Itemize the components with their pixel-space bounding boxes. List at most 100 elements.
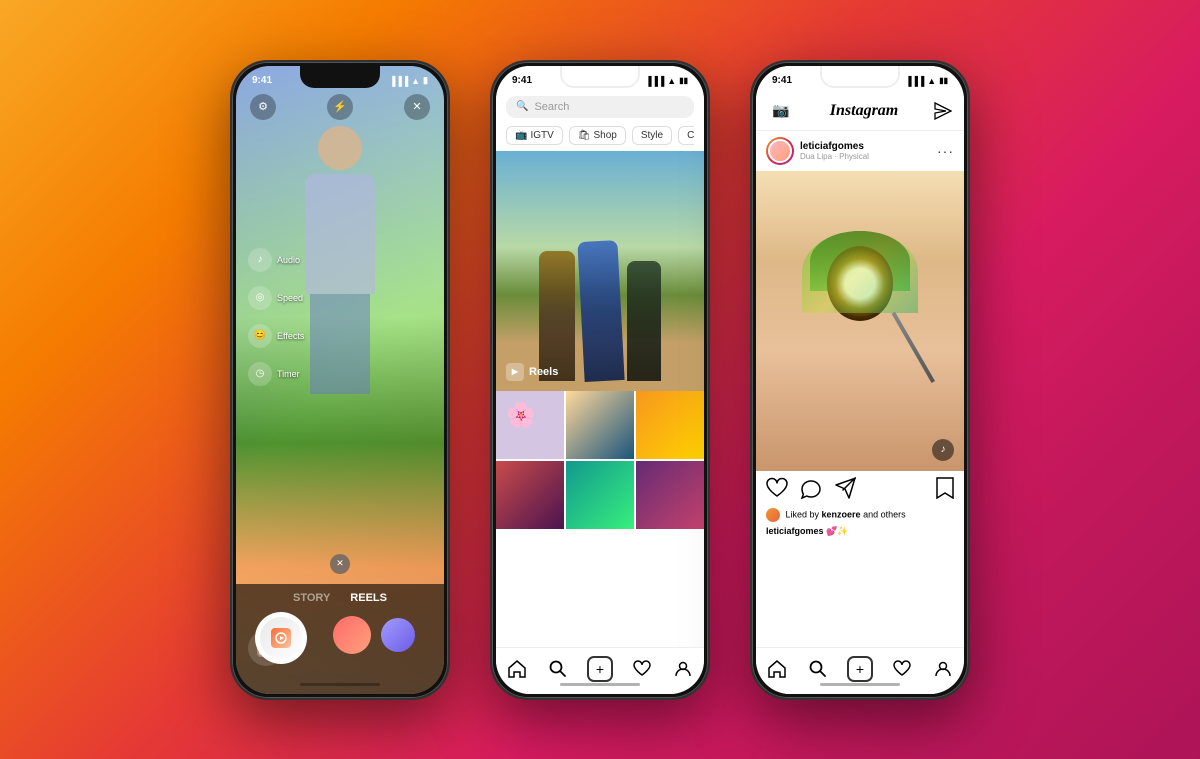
glitter-eyeshadow (802, 231, 919, 314)
igtv-icon: 📺 (515, 130, 527, 141)
mode-tabs: STORY REELS (293, 584, 387, 608)
effect-bubble-1[interactable] (333, 616, 371, 654)
audio-control[interactable]: ♪ Audio (248, 248, 304, 272)
camera-icon-ig[interactable]: 📷 (768, 98, 794, 124)
search-bar[interactable]: 🔍 Search (506, 96, 694, 118)
phone-explore: 9:41 ▐▐▐ ▲ ▮▮ 🔍 Search 📺 IGTV 🛍 Shop (490, 60, 710, 700)
close-icon[interactable]: ✕ (404, 94, 430, 120)
send-icon[interactable] (934, 102, 952, 120)
shutter-row (255, 608, 425, 668)
action-buttons-left (766, 477, 856, 504)
nav-bar-3: + (756, 647, 964, 694)
effects-label: Effects (277, 331, 304, 341)
caption-text: 💕✨ (826, 526, 848, 536)
status-icons-1: ▐▐▐ ▲ ▮ (389, 75, 428, 86)
timer-control[interactable]: ◷ Timer (248, 362, 304, 386)
nav-heart-2[interactable] (630, 657, 654, 681)
liked-by-text: Liked by kenzoere and others (756, 506, 964, 524)
nav-home-3[interactable] (765, 657, 789, 681)
user-text: leticiafgomes Dua Lipa · Physical (800, 141, 869, 161)
nav-add-3[interactable]: + (847, 656, 873, 682)
ig-header-icons (934, 102, 952, 120)
caption-username: leticiafgomes (766, 526, 824, 536)
pill-igtv-label: IGTV (530, 130, 553, 141)
post-caption: leticiafgomes 💕✨ (756, 524, 964, 544)
pill-comics-label: Comics (687, 130, 694, 141)
timer-label: Timer (277, 369, 300, 379)
comment-icon[interactable] (800, 477, 822, 504)
flash-icon[interactable]: ⚡ (327, 94, 353, 120)
like-icon[interactable] (766, 477, 788, 504)
timer-icon: ◷ (248, 362, 272, 386)
nav-profile-3[interactable] (931, 657, 955, 681)
notch-3 (820, 66, 900, 88)
speed-control[interactable]: ◎ Speed (248, 286, 304, 310)
home-indicator-2 (560, 683, 640, 686)
user-avatar[interactable] (766, 137, 794, 165)
nav-home-2[interactable] (505, 657, 529, 681)
status-time-2: 9:41 (512, 75, 532, 86)
effect-bubble-2[interactable] (381, 618, 415, 652)
speed-icon: ◎ (248, 286, 272, 310)
phone-feed: 9:41 ▐▐▐ ▲ ▮▮ 📷 Instagram (750, 60, 970, 700)
reels-icon: ▶ (506, 363, 524, 381)
post-actions-container (756, 471, 964, 506)
grid-item-3[interactable] (636, 391, 704, 459)
save-icon[interactable] (936, 477, 954, 504)
liked-suffix: and others (863, 509, 906, 519)
username: leticiafgomes (800, 141, 869, 152)
pill-comics[interactable]: Comics (678, 126, 694, 145)
post-subtitle: Dua Lipa · Physical (800, 152, 869, 161)
grid-item-5[interactable] (566, 461, 634, 529)
status-icons-3: ▐▐▐ ▲ ▮▮ (905, 76, 948, 86)
pill-style-label: Style (641, 130, 663, 141)
post-header: leticiafgomes Dua Lipa · Physical ··· (756, 131, 964, 171)
grid-item-6[interactable] (636, 461, 704, 529)
pill-style[interactable]: Style (632, 126, 672, 145)
nav-add-2[interactable]: + (587, 656, 613, 682)
shutter-button[interactable] (255, 612, 307, 664)
explore-header: 🔍 Search 📺 IGTV 🛍 Shop Style Comics (496, 92, 704, 151)
notch-2 (560, 66, 640, 88)
tab-reels[interactable]: REELS (350, 592, 387, 604)
nav-profile-2[interactable] (671, 657, 695, 681)
explore-main-content: ▶ Reels (496, 151, 704, 391)
grid-item-2[interactable] (566, 391, 634, 459)
search-icon: 🔍 (516, 101, 528, 112)
dancer-2 (577, 240, 624, 382)
dancer-3 (627, 261, 661, 381)
camera-subject (295, 126, 385, 506)
audio-label: Audio (277, 255, 300, 265)
liked-intro: Liked by (786, 509, 822, 519)
reels-label: ▶ Reels (506, 363, 558, 381)
ig-post: leticiafgomes Dua Lipa · Physical ··· ♪ (756, 131, 964, 544)
liked-username: kenzoere (822, 509, 861, 519)
grid-item-1[interactable] (496, 391, 564, 459)
camera-left-controls: ♪ Audio ◎ Speed 😊 Effects ◷ Timer (248, 248, 304, 386)
category-pills: 📺 IGTV 🛍 Shop Style Comics TV & Mo… (506, 126, 694, 145)
reels-text: Reels (529, 366, 558, 378)
nav-search-2[interactable] (546, 657, 570, 681)
nav-search-3[interactable] (806, 657, 830, 681)
pill-igtv[interactable]: 📺 IGTV (506, 126, 563, 145)
post-actions (756, 471, 964, 506)
person-body (305, 174, 375, 294)
home-indicator-1 (300, 683, 380, 686)
avatar-inner (768, 139, 792, 163)
nav-heart-3[interactable] (890, 657, 914, 681)
person-head (318, 126, 362, 170)
effects-bubbles (323, 616, 425, 660)
camera-top-controls: ⚙ ⚡ ✕ (236, 94, 444, 120)
shop-icon: 🛍 (578, 130, 591, 141)
pill-shop[interactable]: 🛍 Shop (569, 126, 626, 145)
pill-shop-label: Shop (594, 130, 617, 141)
settings-icon[interactable]: ⚙ (250, 94, 276, 120)
camera-bottom-bar: STORY REELS (236, 584, 444, 694)
grid-item-4[interactable] (496, 461, 564, 529)
share-icon[interactable] (834, 477, 856, 504)
user-info: leticiafgomes Dua Lipa · Physical (766, 137, 869, 165)
delete-badge[interactable]: ✕ (330, 554, 350, 574)
tab-story[interactable]: STORY (293, 592, 330, 604)
effects-control[interactable]: 😊 Effects (248, 324, 304, 348)
more-options[interactable]: ··· (937, 143, 954, 159)
